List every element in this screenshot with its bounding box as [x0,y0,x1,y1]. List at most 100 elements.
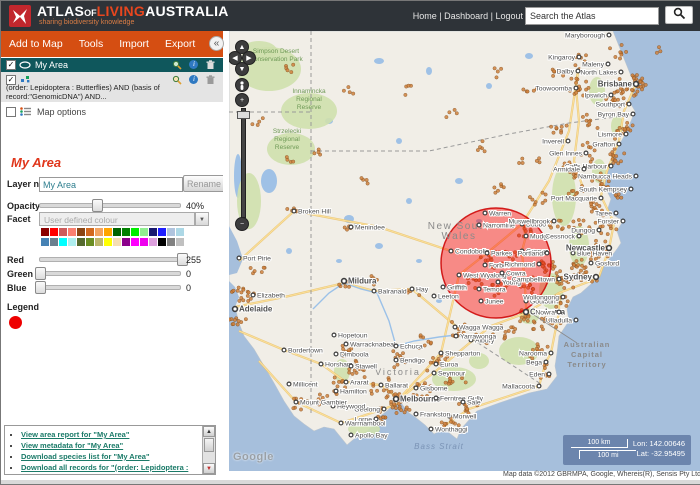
palette-swatch[interactable] [176,238,184,246]
menu-item-export[interactable]: Export [157,31,203,57]
palette-swatch[interactable] [113,238,121,246]
palette-swatch[interactable] [59,238,67,246]
palette-swatch[interactable] [95,238,103,246]
blue-slider-thumb[interactable] [35,281,46,294]
palette-swatch[interactable] [158,228,166,236]
palette-swatch[interactable] [68,238,76,246]
sidebar-collapse-button[interactable]: « [209,36,224,51]
palette-swatch[interactable] [158,238,166,246]
layer-row-species-query[interactable]: ✓ i (order: Lepidoptera : Butterflies) A… [1,72,223,102]
occurrence-record-dot [552,70,555,73]
header-nav-links[interactable]: Home | Dashboard | Logout [413,11,523,21]
spatial-portal-window: ATLASOFLIVINGAUSTRALIA sharing biodivers… [0,0,700,485]
town-label: Port Macquarie [551,196,597,203]
occurrence-record-dot [394,406,397,409]
palette-swatch[interactable] [86,238,94,246]
scroll-thumb[interactable] [204,438,214,452]
palette-swatch[interactable] [113,228,121,236]
scroll-up-arrow[interactable]: ▲ [203,426,215,437]
ala-logo-icon[interactable] [9,5,31,27]
occurrence-record-dot [249,266,252,269]
rename-button[interactable]: Rename [183,175,225,192]
palette-swatch[interactable] [149,228,157,236]
zoom-in-button[interactable]: + [235,93,249,107]
occurrence-record-dot [588,123,591,126]
layer-row-my-area[interactable]: ✓ My Area i [1,58,223,72]
occurrence-record-dot [591,157,594,160]
blue-slider-label: Blue [7,283,27,293]
menu-item-tools[interactable]: Tools [71,31,112,57]
blue-slider-track[interactable] [39,285,181,290]
palette-swatch[interactable] [167,238,175,246]
palette-swatch[interactable] [104,238,112,246]
palette-swatch[interactable] [131,228,139,236]
palette-swatch[interactable] [59,228,67,236]
palette-swatch[interactable] [122,238,130,246]
search-input[interactable] [525,7,659,25]
action-link[interactable]: Download species list for "My Area" [21,452,150,461]
occurrence-record-dot [563,286,566,289]
search-button[interactable] [665,6,693,24]
palette-swatch[interactable] [41,238,49,246]
palette-swatch[interactable] [167,228,175,236]
occurrence-record-dot [444,381,447,384]
scroll-down-arrow[interactable]: ▼ [203,463,215,474]
palette-swatch[interactable] [104,228,112,236]
town-marker [589,261,593,265]
links-scrollbar[interactable]: ▲ ▼ [202,426,215,474]
facet-dropdown-arrow-icon[interactable]: ▼ [195,212,209,226]
facet-select[interactable]: User defined colour [39,212,195,226]
palette-swatch[interactable] [50,238,58,246]
menu-item-import[interactable]: Import [111,31,157,57]
layer-checkbox-my-area[interactable]: ✓ [6,60,16,70]
town-label: Eden [529,372,545,379]
green-slider[interactable] [39,267,181,278]
map-canvas[interactable]: Simpson DesertConservation ParkInnaminck… [229,31,700,471]
occurrence-record-dot [478,145,481,148]
pan-down-button[interactable]: ▼ [235,62,249,76]
zoom-slider-handle[interactable] [237,111,250,119]
occurrence-record-dot [455,112,458,115]
layer-name-input[interactable] [39,177,183,192]
occurrence-record-dot [419,334,422,337]
opacity-slider-track[interactable] [39,203,181,208]
palette-swatch[interactable] [77,238,85,246]
town-marker [566,139,570,143]
red-slider-track[interactable] [39,257,181,262]
town-label: Portland [518,251,544,258]
brand-title: ATLASOFLIVINGAUSTRALIA [37,4,229,20]
zoom-out-button[interactable]: − [235,217,249,231]
action-link[interactable]: View metadata for "My Area" [21,441,123,450]
map-options-row[interactable]: Map options [1,105,223,118]
occurrence-record-dot [623,128,626,131]
red-slider[interactable] [39,253,181,264]
street-view-pegman-button[interactable] [235,78,249,92]
palette-swatch[interactable] [140,228,148,236]
opacity-slider-thumb[interactable] [92,199,103,212]
palette-swatch[interactable] [68,228,76,236]
palette-swatch[interactable] [131,238,139,246]
menu-item-add-to-map[interactable]: Add to Map [1,31,71,57]
palette-swatch[interactable] [41,228,49,236]
green-slider-thumb[interactable] [35,267,46,280]
palette-swatch[interactable] [122,228,130,236]
occurrence-record-dot [393,403,396,406]
blue-slider[interactable] [39,281,181,292]
occurrence-record-dot [344,285,347,288]
palette-swatch[interactable] [86,228,94,236]
green-slider-track[interactable] [39,271,181,276]
layer-info-icon[interactable]: i [189,60,198,69]
palette-swatch[interactable] [95,228,103,236]
map-options-checkbox[interactable] [6,107,16,117]
action-link[interactable]: Download all records for "(order: Lepido… [21,463,197,475]
action-link[interactable]: View area report for "My Area" [21,430,129,439]
palette-swatch[interactable] [50,228,58,236]
palette-swatch[interactable] [77,228,85,236]
palette-swatch[interactable] [176,228,184,236]
palette-swatch[interactable] [140,238,148,246]
palette-swatch[interactable] [149,238,157,246]
layer-delete-icon[interactable] [206,60,215,72]
zoom-to-layer-icon[interactable] [172,60,182,72]
opacity-slider[interactable] [39,199,181,210]
zoom-slider-track[interactable] [241,108,246,218]
